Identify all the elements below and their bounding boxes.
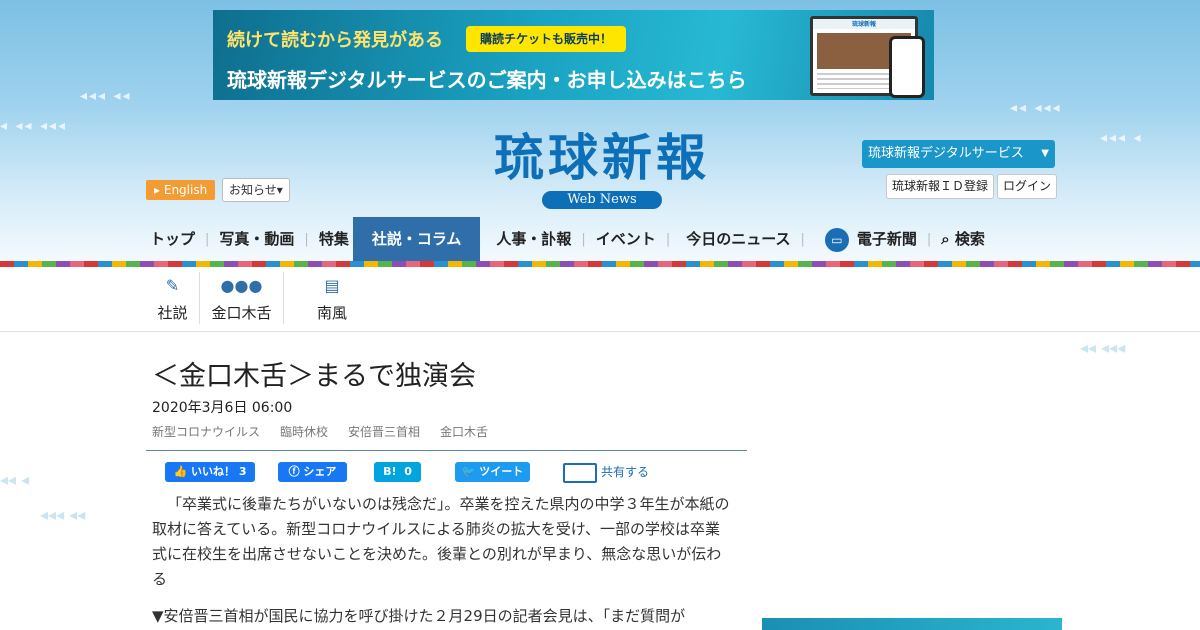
subnav-item-editorial[interactable]: ✎ 社説 (146, 272, 200, 324)
comment-icon: ▤ (324, 276, 340, 295)
speech-bubble-icon: ●●● (220, 276, 263, 295)
banner-laptop-title: 琉球新報 (813, 19, 915, 29)
tag-link[interactable]: 臨時休校 (280, 423, 328, 440)
search-label: 検索 (954, 230, 985, 248)
share-label: シェア (303, 465, 337, 478)
caret-down-icon: ▼ (1041, 148, 1049, 159)
fish-decoration-icon: ◂◂ ◂ (0, 470, 30, 489)
facebook-share-button[interactable]: ⓕ シェア (278, 462, 347, 482)
sidebar-ad[interactable] (762, 618, 1062, 630)
tag-link[interactable]: 安倍晋三首相 (348, 423, 420, 440)
nav-item-photo-video[interactable]: 写真・動画 (213, 217, 300, 261)
thumbs-up-icon: 👍 (173, 465, 188, 478)
mail-share-button[interactable]: 共有する (563, 462, 673, 483)
article-date: 2020年3月6日 06:00 (152, 400, 293, 416)
article-divider (146, 450, 747, 451)
nav-separator: | (205, 231, 210, 247)
like-count: 3 (238, 465, 247, 478)
play-icon: ▸ (154, 183, 161, 197)
fish-decoration-icon: ◂◂ ◂◂◂ (1010, 100, 1062, 116)
hatena-bookmark-button[interactable]: B! 0 (374, 462, 421, 482)
global-nav: トップ | 写真・動画 | 特集 社説・コラム 人事・訃報 | イベント | 今… (146, 217, 991, 261)
digital-service-dropdown[interactable]: 琉球新報デジタルサービス ▼ (862, 140, 1055, 168)
fish-decoration-icon: ◂ ◂◂ ◂◂◂ (0, 118, 68, 134)
login-button[interactable]: ログイン (997, 174, 1058, 199)
article-paragraph: ▼安倍晋三首相が国民に協力を呼び掛けた２月29日の記者会見は、「まだ質問が (152, 607, 686, 625)
tag-link[interactable]: 新型コロナウイルス (152, 423, 260, 440)
mail-share-label: 共有する (601, 465, 650, 479)
nav-item-personnel-obituary[interactable]: 人事・訃報 (480, 217, 577, 261)
fish-decoration-icon: ◂◂◂ ◂ (1100, 130, 1143, 146)
nav-separator: | (665, 231, 671, 247)
fish-decoration-icon: ◂◂◂ ◂◂ (80, 88, 132, 104)
notice-label: お知らせ (229, 183, 277, 197)
hatena-label: B! (383, 465, 397, 478)
nav-item-event[interactable]: イベント (590, 217, 662, 261)
nav-separator: | (800, 231, 805, 247)
nav-item-search[interactable]: ⌕ 検索 (935, 217, 991, 261)
logo-web-news: Web News (542, 191, 662, 209)
subnav-divider (0, 331, 1200, 332)
tweet-button[interactable]: 🐦 ツイート (455, 462, 530, 482)
facebook-icon: ⓕ (288, 465, 300, 478)
subnav-label: 南風 (316, 304, 347, 322)
nav-item-feature[interactable]: 特集 (313, 217, 353, 261)
hatena-count: 0 (404, 465, 412, 478)
digital-service-banner-ad[interactable]: 続けて読むから発見がある 購読チケットも販売中！ 琉球新報デジタルサービスのご案… (213, 10, 934, 100)
id-register-button[interactable]: 琉球新報ＩＤ登録 (886, 174, 995, 199)
subnav-item-kinkuchi-bokuzetsu[interactable]: ●●● 金口木舌 (200, 272, 284, 324)
nav-separator: | (581, 231, 586, 247)
tag-link[interactable]: 金口木舌 (440, 423, 488, 440)
nav-item-top[interactable]: トップ (146, 217, 201, 261)
article-body: 「卒業式に後輩たちがいないのは残念だ」。卒業を控えた県内の中学３年生が本紙の取材… (152, 492, 732, 630)
search-icon: ⌕ (941, 230, 950, 248)
banner-ticket-badge: 購読チケットも販売中！ (466, 26, 626, 52)
like-label: いいね！ (191, 465, 236, 478)
subnav-item-haebaru[interactable]: ▤ 南風 (284, 272, 380, 324)
banner-headline: 続けて読むから発見がある (227, 30, 443, 51)
digital-service-label: 琉球新報デジタルサービス (868, 146, 1024, 161)
column-subnav: ✎ 社説 ●●● 金口木舌 ▤ 南風 (146, 272, 380, 324)
caret-down-icon: ▾ (276, 183, 283, 197)
monitor-icon: ▭ (824, 227, 849, 252)
e-newspaper-label: 電子新聞 (856, 230, 917, 248)
article-tags: 新型コロナウイルス 臨時休校 安倍晋三首相 金口木舌 (152, 423, 488, 440)
nav-separator: | (926, 231, 932, 247)
nav-item-editorial-column[interactable]: 社説・コラム (352, 217, 481, 261)
fish-decoration-icon: ◂◂◂ ◂◂ (40, 505, 86, 524)
nav-item-e-newspaper[interactable]: ▭ 電子新聞 (809, 217, 923, 261)
notice-dropdown[interactable]: お知らせ▾ (222, 178, 290, 202)
facebook-like-button[interactable]: 👍 いいね！ 3 (165, 462, 255, 482)
nav-separator: | (304, 231, 309, 247)
tweet-label: ツイート (479, 465, 524, 478)
article-paragraph: 「卒業式に後輩たちがいないのは残念だ」。卒業を控えた県内の中学３年生が本紙の取材… (152, 495, 730, 588)
subnav-label: 社説 (157, 304, 188, 322)
english-button[interactable]: ▸ English (146, 180, 216, 200)
logo-text: 琉球新報 (494, 128, 710, 187)
banner-phone-image (889, 36, 925, 98)
fish-decoration-icon: ◂◂ ◂◂◂ (1080, 338, 1126, 357)
banner-subline: 琉球新報デジタルサービスのご案内・お申し込みはこちら (227, 68, 747, 92)
envelope-icon (563, 462, 597, 483)
site-logo[interactable]: 琉球新報 Web News (452, 128, 752, 212)
subnav-label: 金口木舌 (211, 304, 272, 322)
nav-item-todays-news[interactable]: 今日のニュース (674, 217, 796, 261)
decorative-pattern-strip (0, 261, 1200, 267)
twitter-bird-icon: 🐦 (461, 465, 476, 478)
pen-icon: ✎ (165, 276, 180, 295)
article-title: ＜金口木舌＞まるで独演会 (152, 361, 476, 392)
english-label: English (163, 183, 208, 197)
